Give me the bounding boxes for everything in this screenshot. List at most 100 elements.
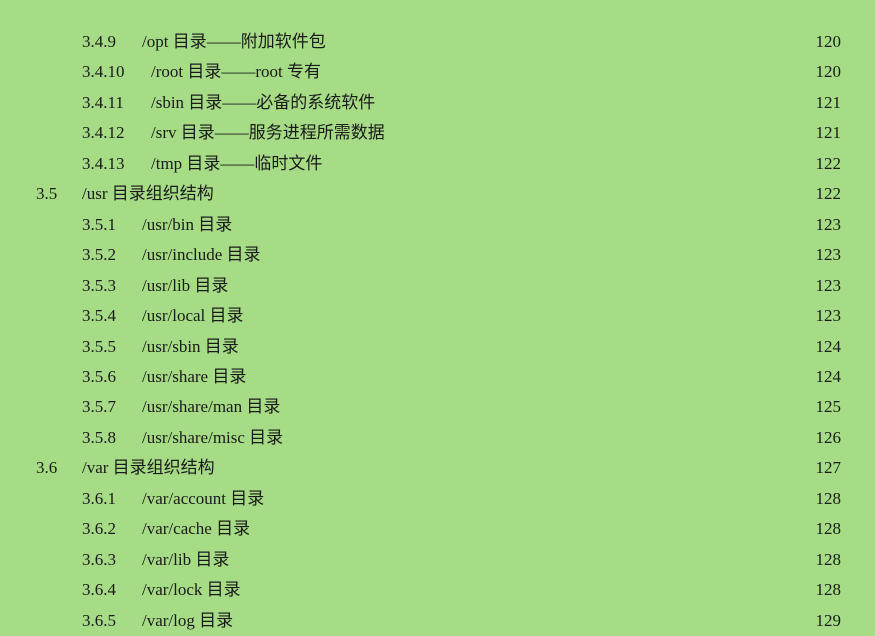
toc-entry-title: /opt 目录——附加软件包 (142, 32, 326, 51)
dot-leader (233, 544, 813, 575)
toc-entry[interactable]: 3.6.2/var/cache 目录 128 (0, 514, 875, 545)
dot-leader (326, 148, 813, 179)
toc-entry[interactable]: 3.5.3/usr/lib 目录 123 (0, 270, 875, 301)
toc-entry-body: /root 目录——root 专有 120 (151, 57, 841, 88)
toc-entry-title: /tmp 目录——临时文件 (151, 153, 323, 173)
toc-entry-title: /var 目录组织结构 (82, 458, 215, 478)
dot-leader (325, 57, 813, 88)
toc-entry-number: 3.4.9 (82, 32, 116, 51)
toc-entry-body: /var 目录组织结构 127 (82, 453, 842, 484)
toc-entry-body: /usr/sbin 目录 124 (142, 331, 842, 362)
dot-leader (247, 301, 813, 332)
toc-entry-number: 3.5.1 (82, 214, 116, 234)
toc-entry[interactable]: 3.5.5/usr/sbin 目录 124 (0, 331, 875, 362)
toc-entry-title: /var/cache 目录 (142, 519, 251, 539)
toc-entry-title: /usr/local 目录 (142, 306, 244, 326)
toc-entry-page-number: 123 (815, 306, 842, 326)
toc-entry-title: /usr/bin 目录 (142, 214, 233, 234)
toc-entry-page-number: 127 (815, 458, 842, 478)
toc-entry-title: /usr/sbin 目录 (142, 336, 239, 356)
toc-entry-title: /root 目录——root 专有 (151, 62, 321, 82)
toc-entry-body: /var/lock 目录 128 (142, 575, 841, 606)
dot-leader (217, 179, 813, 210)
toc-entry-number: 3.5.4 (82, 306, 116, 326)
toc-entry-number: 3.4.12 (82, 123, 125, 143)
toc-entry-number: 3.6.2 (82, 519, 116, 539)
dot-leader (388, 118, 813, 149)
toc-entry-body: /var/cache 目录 128 (142, 514, 841, 545)
toc-entry-body: /usr/share/man 目录 125 (142, 392, 842, 423)
dot-leader (268, 483, 813, 514)
toc-entry[interactable]: 3.6.1/var/account 目录 128 (0, 483, 875, 514)
dot-leader (232, 270, 813, 301)
toc-entry[interactable]: 3.6.3/var/lib 目录 128 (0, 544, 875, 575)
toc-entry-number: 3.4.10 (82, 62, 125, 82)
toc-entry-body: /sbin 目录——必备的系统软件 121 (151, 87, 842, 118)
toc-entry-title: /usr/lib 目录 (142, 275, 229, 295)
toc-entry-body: /var/lib 目录 128 (142, 544, 842, 575)
toc-entry[interactable]: 3.4.10/root 目录——root 专有 120 (0, 57, 875, 88)
toc-entry[interactable]: 3.4.11/sbin 目录——必备的系统软件 121 (0, 87, 875, 118)
toc-entry-body: /usr/share 目录 124 (142, 361, 841, 392)
toc-entry-number: 3.5.7 (82, 397, 116, 417)
dot-leader (329, 27, 813, 57)
toc-entry-body: /usr/include 目录 123 (142, 240, 842, 271)
dot-leader (284, 392, 813, 423)
toc-entry-page-number: 121 (815, 92, 842, 112)
toc-entry-body: /tmp 目录——临时文件 122 (151, 148, 841, 179)
toc-entry-title: /sbin 目录——必备的系统软件 (151, 92, 376, 112)
toc-entry[interactable]: 3.5.7/usr/share/man 目录 125 (0, 392, 875, 423)
toc-entry-title: /usr/share 目录 (142, 366, 247, 386)
toc-entry-body: /opt 目录——附加软件包 120 (142, 27, 841, 57)
toc-entry-title: /var/lock 目录 (142, 580, 241, 600)
toc-entry-number: 3.6.4 (82, 580, 116, 600)
toc-entry-body: /usr/share/misc 目录 126 (142, 422, 842, 453)
toc-entry-page-number: 126 (815, 427, 842, 447)
toc-entry-page-number: 122 (815, 184, 842, 204)
toc-entry-number: 3.5.3 (82, 275, 116, 295)
toc-entry-title: /usr/share/misc 目录 (142, 427, 284, 447)
toc-entry-number: 3.5.5 (82, 336, 116, 356)
toc-entry-page-number: 128 (815, 488, 842, 508)
toc-entry-page-number: 129 (815, 610, 842, 630)
toc-entry-body: /srv 目录——服务进程所需数据 121 (151, 118, 841, 149)
toc-entry[interactable]: 3.5.2/usr/include 目录 123 (0, 240, 875, 271)
toc-entry[interactable]: 3.4.12/srv 目录——服务进程所需数据 121 (0, 118, 875, 149)
toc-entry-body: /usr/lib 目录 123 (142, 270, 841, 301)
toc-entry-number: 3.5 (36, 184, 58, 204)
toc-entry[interactable]: 3.6/var 目录组织结构 127 (0, 453, 875, 484)
toc-entry-page-number: 124 (815, 336, 842, 356)
toc-entry-number: 3.6.1 (82, 488, 116, 508)
toc-entry-number: 3.5.2 (82, 245, 116, 265)
toc-entry-number: 3.5.8 (82, 427, 116, 447)
dot-leader (254, 514, 813, 545)
toc-entry[interactable]: 3.6.4/var/lock 目录 128 (0, 575, 875, 606)
table-of-contents: 3.4.9/opt 目录——附加软件包 120 3.4.10/root 目录——ro… (0, 0, 875, 636)
toc-entry-page-number: 123 (815, 214, 842, 234)
toc-entry[interactable]: 3.5.8/usr/share/misc 目录 126 (0, 422, 875, 453)
toc-entry[interactable]: 3.4.9/opt 目录——附加软件包 120 (0, 27, 875, 57)
toc-entry-page-number: 120 (815, 32, 842, 51)
toc-entry-page-number: 128 (815, 549, 842, 569)
toc-entry[interactable]: 3.5.6/usr/share 目录 124 (0, 361, 875, 392)
dot-leader (287, 422, 813, 453)
toc-entry-body: /usr 目录组织结构 122 (82, 179, 842, 210)
toc-entry-number: 3.4.11 (82, 92, 124, 112)
toc-entry[interactable]: 3.4.13/tmp 目录——临时文件 122 (0, 148, 875, 179)
toc-entry[interactable]: 3.6.5/var/log 目录 129 (0, 605, 875, 636)
toc-entry-title: /usr/share/man 目录 (142, 397, 281, 417)
dot-leader (237, 605, 813, 636)
toc-entry[interactable]: 3.5.4/usr/local 目录 123 (0, 301, 875, 332)
toc-entry-number: 3.6.5 (82, 610, 116, 630)
toc-entry-page-number: 123 (815, 245, 842, 265)
dot-leader (236, 209, 813, 240)
toc-entry-body: /var/log 目录 129 (142, 605, 842, 636)
toc-entry-number: 3.5.6 (82, 366, 116, 386)
dot-leader (242, 331, 813, 362)
toc-entry-title: /var/log 目录 (142, 610, 234, 630)
toc-entry-body: /usr/local 目录 123 (142, 301, 842, 332)
toc-entry-number: 3.4.13 (82, 153, 125, 173)
toc-entry-page-number: 125 (815, 397, 842, 417)
toc-entry[interactable]: 3.5/usr 目录组织结构 122 (0, 179, 875, 210)
toc-entry[interactable]: 3.5.1/usr/bin 目录 123 (0, 209, 875, 240)
